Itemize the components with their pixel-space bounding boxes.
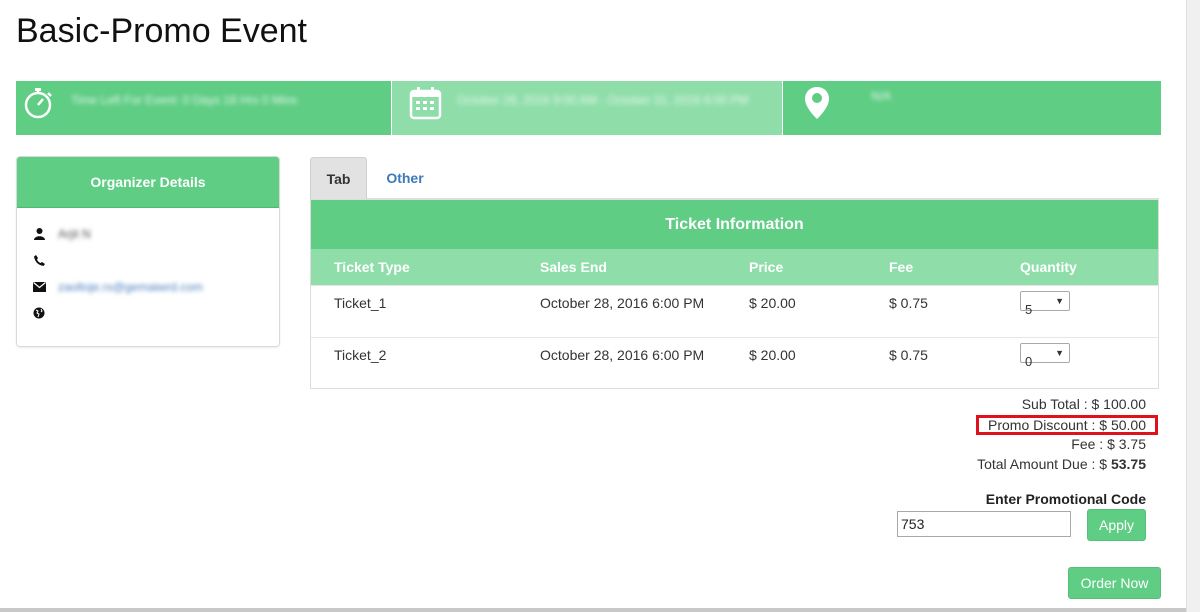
organizer-email[interactable]: zaoltoje.rx@gemaiwrd.com bbox=[58, 280, 203, 294]
ticket-information-panel: Ticket Information Ticket Type Sales End… bbox=[310, 199, 1159, 389]
map-pin-icon bbox=[803, 85, 831, 124]
organizer-heading: Organizer Details bbox=[17, 157, 279, 208]
phone-icon bbox=[32, 253, 46, 267]
event-info-bar: Time Left For Event: 0 Days 18 Hrs 0 Min… bbox=[16, 81, 1161, 135]
ticket-price: $ 20.00 bbox=[749, 295, 796, 311]
ticket-fee: $ 0.75 bbox=[889, 295, 928, 311]
ticket-sales-end: October 28, 2016 6:00 PM bbox=[540, 295, 705, 311]
ticket-fee: $ 0.75 bbox=[889, 347, 928, 363]
table-row: Ticket_2 October 28, 2016 6:00 PM $ 20.0… bbox=[311, 337, 1158, 389]
dropdown-arrow-icon: ▼ bbox=[1055, 296, 1064, 306]
apply-button[interactable]: Apply bbox=[1087, 509, 1146, 541]
total-amount-value: 53.75 bbox=[1110, 456, 1146, 472]
ticket-type: Ticket_1 bbox=[334, 295, 387, 311]
sub-total: Sub Total : $ 100.00 bbox=[1021, 396, 1146, 412]
column-header-quantity: Quantity bbox=[1020, 259, 1077, 275]
fee-total: Fee : $ 3.75 bbox=[1071, 436, 1146, 452]
promo-code-input[interactable] bbox=[897, 511, 1071, 537]
tab-other[interactable]: Other bbox=[374, 157, 436, 199]
organizer-email-row: zaoltoje.rx@gemaiwrd.com bbox=[32, 277, 203, 297]
ticket-table-header: Ticket Type Sales End Price Fee Quantity bbox=[311, 249, 1158, 285]
organizer-phone-row bbox=[32, 250, 58, 270]
bottom-divider bbox=[0, 608, 1186, 612]
time-left-cell: Time Left For Event: 0 Days 18 Hrs 0 Min… bbox=[16, 81, 392, 135]
organizer-name-row: Arjit N bbox=[32, 224, 91, 244]
time-left-text: Time Left For Event: 0 Days 18 Hrs 0 Min… bbox=[71, 93, 298, 107]
ticket-price: $ 20.00 bbox=[749, 347, 796, 363]
dropdown-arrow-icon: ▼ bbox=[1055, 348, 1064, 358]
ticket-type: Ticket_2 bbox=[334, 347, 387, 363]
total-amount-due: Total Amount Due : $ 53.75 bbox=[977, 456, 1146, 472]
column-header-ticket-type: Ticket Type bbox=[334, 259, 410, 275]
total-amount-label: Total Amount Due : $ bbox=[977, 456, 1111, 472]
tab-tab[interactable]: Tab bbox=[310, 157, 367, 199]
column-header-price: Price bbox=[749, 259, 784, 275]
envelope-icon bbox=[32, 280, 46, 294]
event-dates-cell: October 28, 2016 9:00 AM - October 31, 2… bbox=[392, 81, 783, 135]
promo-discount: Promo Discount : $ 50.00 bbox=[976, 415, 1158, 435]
quantity-value: 0 bbox=[1025, 354, 1033, 369]
quantity-select[interactable]: 0 ▼ bbox=[1020, 343, 1070, 369]
location-cell: N/A bbox=[783, 81, 1161, 135]
stopwatch-icon bbox=[20, 85, 56, 124]
organizer-name: Arjit N bbox=[58, 227, 91, 241]
ticket-sales-end: October 28, 2016 6:00 PM bbox=[540, 347, 705, 363]
page-title: Basic-Promo Event bbox=[16, 12, 307, 50]
event-dates-text: October 28, 2016 9:00 AM - October 31, 2… bbox=[457, 93, 749, 107]
calendar-icon bbox=[408, 85, 444, 124]
globe-icon bbox=[32, 306, 46, 320]
quantity-select[interactable]: 5 ▼ bbox=[1020, 291, 1070, 317]
organizer-card: Organizer Details Arjit N zaoltoje.rx@ge… bbox=[16, 156, 280, 347]
user-icon bbox=[32, 227, 46, 241]
table-row: Ticket_1 October 28, 2016 6:00 PM $ 20.0… bbox=[311, 285, 1158, 337]
quantity-value: 5 bbox=[1025, 302, 1033, 317]
organizer-website-row bbox=[32, 303, 58, 323]
promo-code-label: Enter Promotional Code bbox=[985, 491, 1146, 507]
column-header-fee: Fee bbox=[889, 259, 914, 275]
ticket-information-heading: Ticket Information bbox=[311, 200, 1158, 249]
column-header-sales-end: Sales End bbox=[540, 259, 607, 275]
order-now-button[interactable]: Order Now bbox=[1068, 567, 1161, 599]
location-text: N/A bbox=[871, 89, 892, 103]
scrollbar[interactable] bbox=[1186, 0, 1200, 612]
ticket-tabs: Tab Other bbox=[310, 157, 1159, 199]
